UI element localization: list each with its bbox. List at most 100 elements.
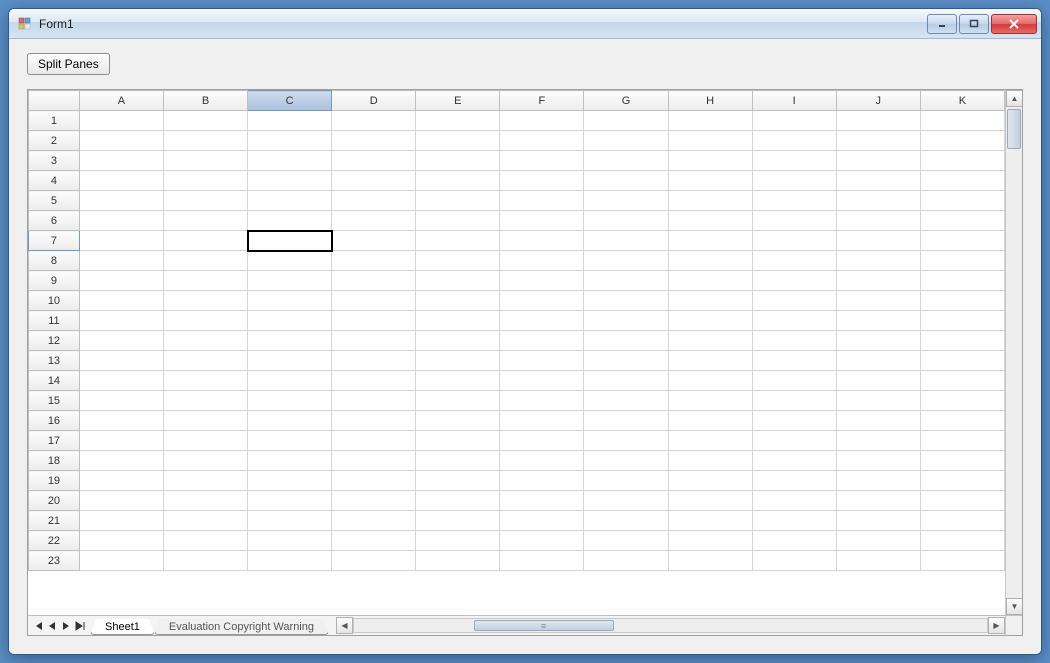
cell[interactable] xyxy=(248,111,332,131)
nav-last-icon[interactable] xyxy=(74,619,86,633)
cell[interactable] xyxy=(163,351,247,371)
cell[interactable] xyxy=(79,191,163,211)
cell[interactable] xyxy=(416,231,500,251)
nav-first-icon[interactable] xyxy=(32,619,44,633)
cell[interactable] xyxy=(584,151,668,171)
cell[interactable] xyxy=(668,511,752,531)
cell[interactable] xyxy=(79,131,163,151)
cell[interactable] xyxy=(668,111,752,131)
cell[interactable] xyxy=(752,171,836,191)
cell[interactable] xyxy=(416,411,500,431)
cell[interactable] xyxy=(920,231,1004,251)
cell[interactable] xyxy=(500,211,584,231)
column-header[interactable]: J xyxy=(836,91,920,111)
cell[interactable] xyxy=(500,471,584,491)
cell[interactable] xyxy=(668,471,752,491)
cell[interactable] xyxy=(163,211,247,231)
cell[interactable] xyxy=(332,511,416,531)
cell[interactable] xyxy=(332,551,416,571)
cell[interactable] xyxy=(836,231,920,251)
row-header[interactable]: 18 xyxy=(29,451,80,471)
cell[interactable] xyxy=(248,211,332,231)
cell[interactable] xyxy=(920,551,1004,571)
cell[interactable] xyxy=(836,411,920,431)
cell[interactable] xyxy=(836,471,920,491)
title-bar[interactable]: Form1 xyxy=(9,9,1041,39)
cell[interactable] xyxy=(163,531,247,551)
cell[interactable] xyxy=(332,491,416,511)
cell[interactable] xyxy=(163,551,247,571)
cell[interactable] xyxy=(416,311,500,331)
cell[interactable] xyxy=(752,271,836,291)
cell[interactable] xyxy=(248,151,332,171)
cell[interactable] xyxy=(416,451,500,471)
cell[interactable] xyxy=(79,471,163,491)
cell[interactable] xyxy=(248,271,332,291)
cell[interactable] xyxy=(79,111,163,131)
cell[interactable] xyxy=(500,331,584,351)
cell[interactable] xyxy=(416,551,500,571)
cell[interactable] xyxy=(332,331,416,351)
cell[interactable] xyxy=(752,391,836,411)
cell[interactable] xyxy=(416,131,500,151)
cell[interactable] xyxy=(163,491,247,511)
cell[interactable] xyxy=(752,551,836,571)
cell[interactable] xyxy=(584,451,668,471)
cell[interactable] xyxy=(584,391,668,411)
cell[interactable] xyxy=(584,171,668,191)
cell[interactable] xyxy=(416,391,500,411)
cell[interactable] xyxy=(752,151,836,171)
cell[interactable] xyxy=(752,511,836,531)
cell[interactable] xyxy=(79,231,163,251)
cell[interactable] xyxy=(752,471,836,491)
column-header[interactable]: C xyxy=(248,91,332,111)
cell[interactable] xyxy=(668,311,752,331)
cell[interactable] xyxy=(836,211,920,231)
grid-main[interactable]: ABCDEFGHIJK12345678910111213141516171819… xyxy=(28,90,1005,615)
select-all-corner[interactable] xyxy=(29,91,80,111)
cell[interactable] xyxy=(836,291,920,311)
cell[interactable] xyxy=(836,151,920,171)
cell[interactable] xyxy=(752,111,836,131)
cell[interactable] xyxy=(332,411,416,431)
cell[interactable] xyxy=(500,411,584,431)
row-header[interactable]: 1 xyxy=(29,111,80,131)
column-header[interactable]: B xyxy=(163,91,247,111)
cell[interactable] xyxy=(668,371,752,391)
cell[interactable] xyxy=(332,211,416,231)
cell[interactable] xyxy=(248,411,332,431)
cell[interactable] xyxy=(163,191,247,211)
cell[interactable] xyxy=(668,151,752,171)
cell[interactable] xyxy=(416,531,500,551)
cell[interactable] xyxy=(332,251,416,271)
cell[interactable] xyxy=(836,111,920,131)
cell[interactable] xyxy=(920,311,1004,331)
cell[interactable] xyxy=(248,291,332,311)
cell[interactable] xyxy=(163,111,247,131)
row-header[interactable]: 13 xyxy=(29,351,80,371)
cell[interactable] xyxy=(668,411,752,431)
cell[interactable] xyxy=(836,511,920,531)
column-header[interactable]: G xyxy=(584,91,668,111)
cell[interactable] xyxy=(500,391,584,411)
sheet-tab[interactable]: Evaluation Copyright Warning xyxy=(154,619,329,635)
cell[interactable] xyxy=(584,271,668,291)
cell-grid[interactable]: ABCDEFGHIJK12345678910111213141516171819… xyxy=(28,90,1005,571)
cell[interactable] xyxy=(79,331,163,351)
cell[interactable] xyxy=(920,431,1004,451)
cell[interactable] xyxy=(836,551,920,571)
row-header[interactable]: 8 xyxy=(29,251,80,271)
cell[interactable] xyxy=(248,171,332,191)
cell[interactable] xyxy=(752,411,836,431)
cell[interactable] xyxy=(332,391,416,411)
cell[interactable] xyxy=(668,251,752,271)
cell[interactable] xyxy=(500,111,584,131)
cell[interactable] xyxy=(500,131,584,151)
cell[interactable] xyxy=(584,311,668,331)
cell[interactable] xyxy=(332,471,416,491)
cell[interactable] xyxy=(163,391,247,411)
cell[interactable] xyxy=(416,211,500,231)
cell[interactable] xyxy=(500,511,584,531)
cell[interactable] xyxy=(500,531,584,551)
vscroll-track[interactable] xyxy=(1006,107,1022,598)
